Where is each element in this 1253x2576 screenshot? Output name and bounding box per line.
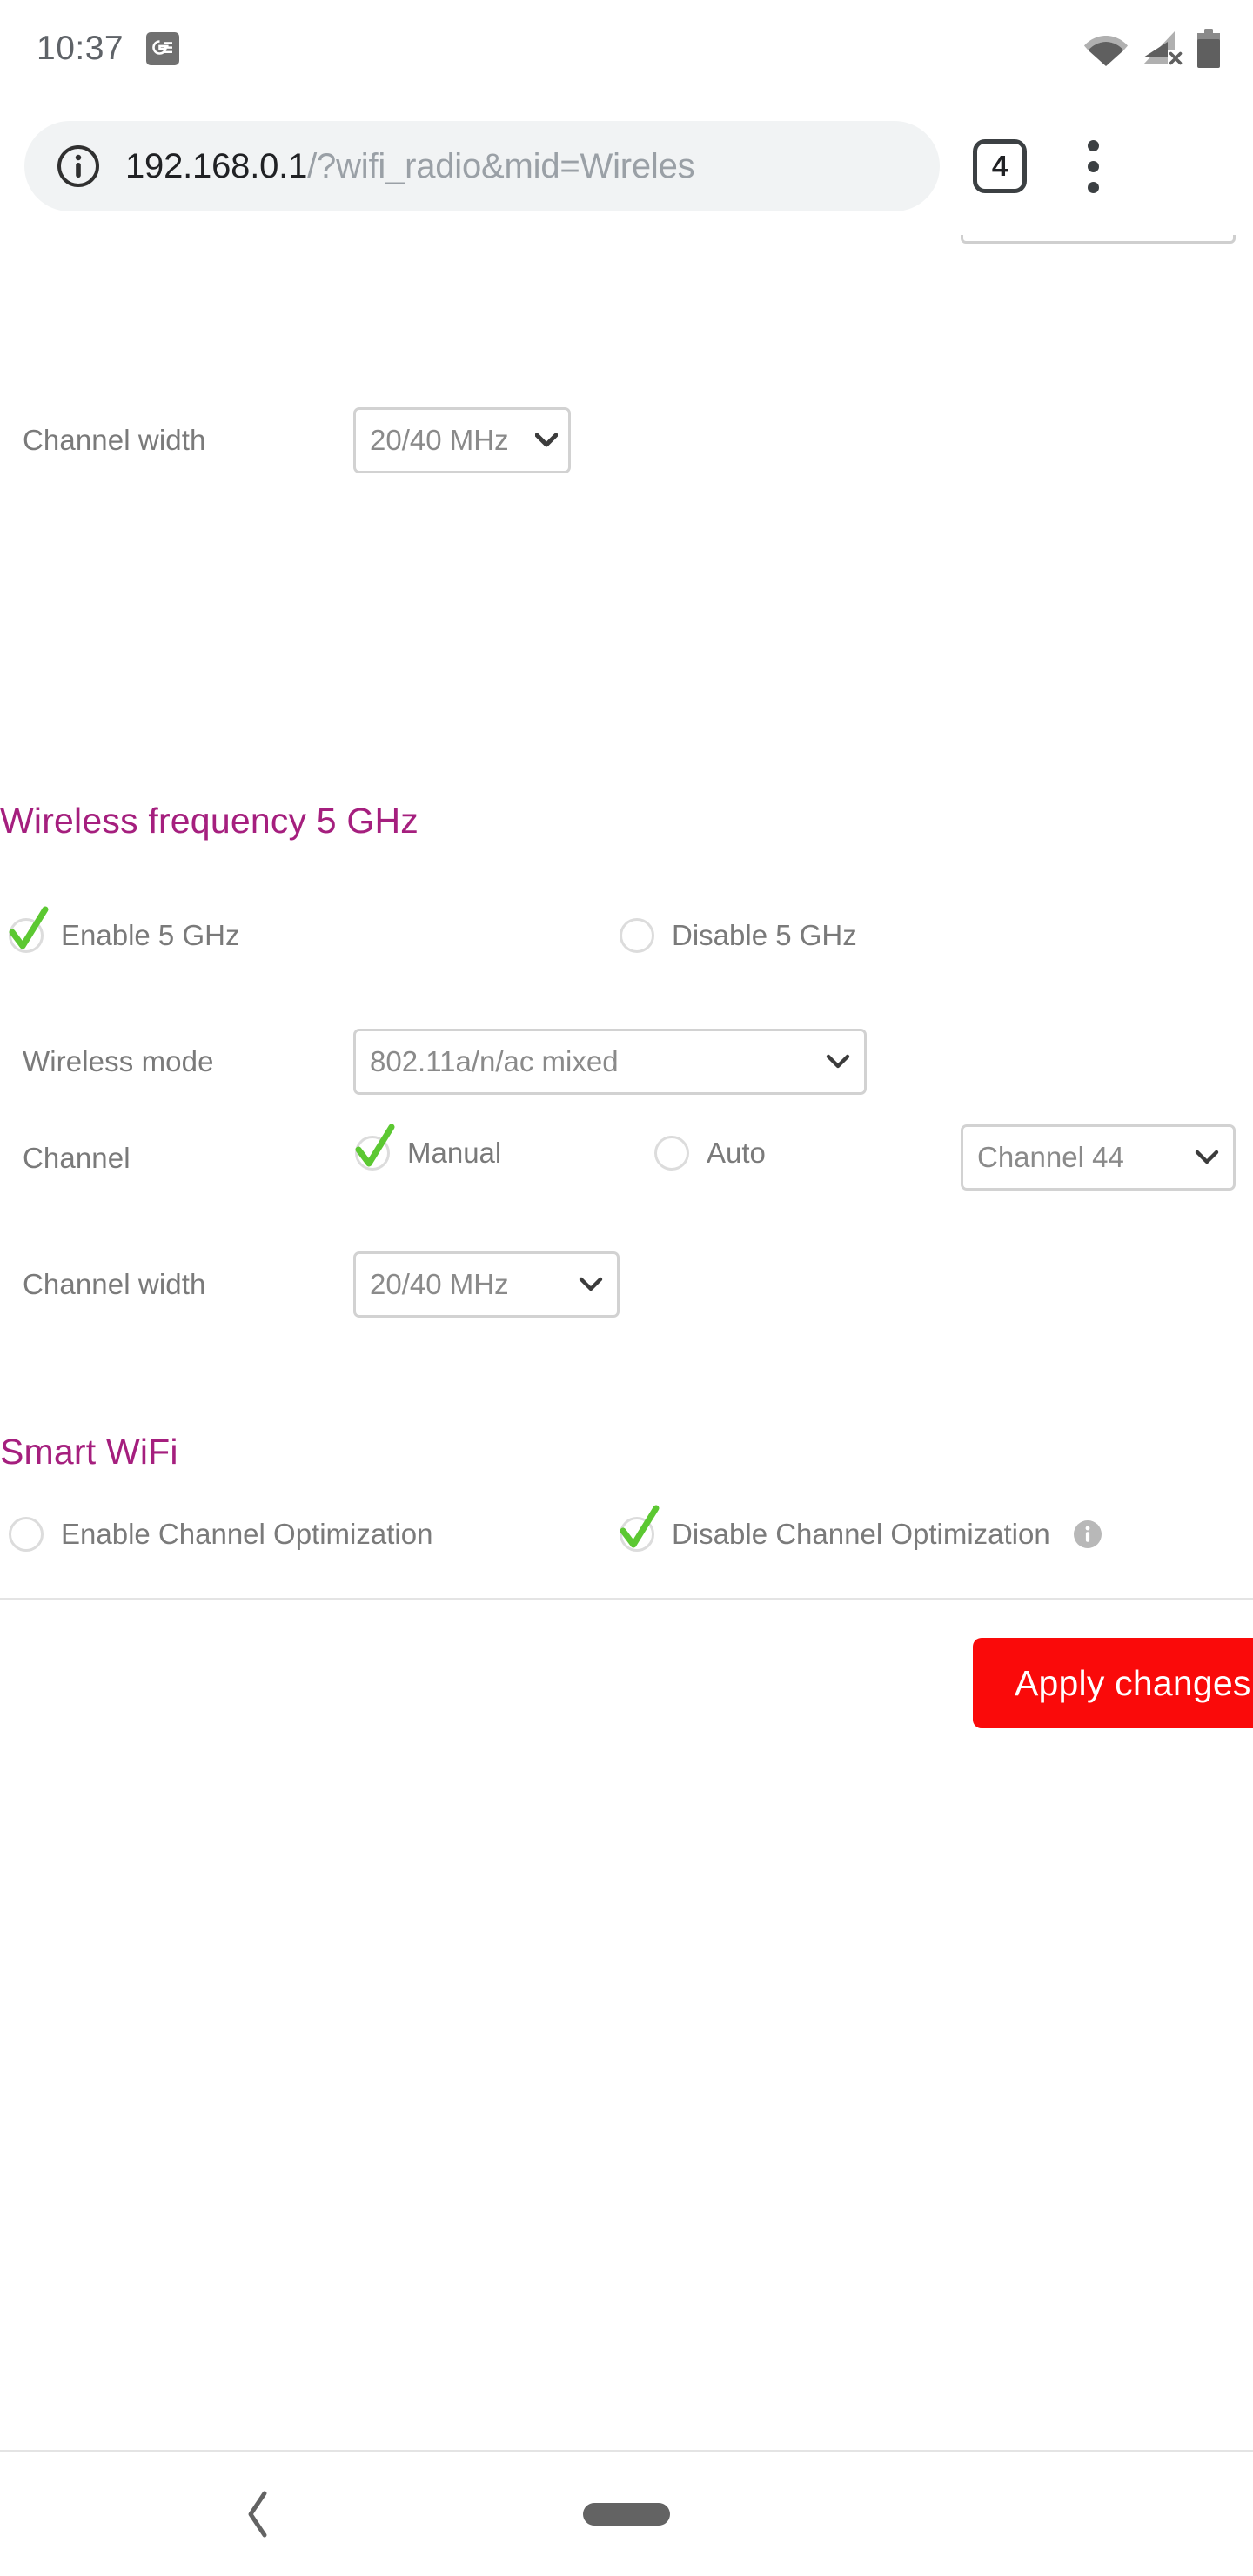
radio-circle-manual[interactable] bbox=[355, 1124, 395, 1171]
radio-disable-5ghz[interactable]: Disable 5 GHz bbox=[620, 918, 857, 953]
radio-circle-outline bbox=[620, 918, 654, 953]
wireless-mode-label: Wireless mode bbox=[23, 1045, 214, 1077]
cellular-no-sim-icon bbox=[1142, 30, 1183, 68]
channel-value: Channel 44 bbox=[977, 1141, 1124, 1173]
omnibox-url-host: 192.168.0.1 bbox=[125, 146, 308, 185]
chevron-down-icon bbox=[568, 1277, 603, 1292]
radio-enable-channel-optimization[interactable]: Enable Channel Optimization bbox=[9, 1517, 432, 1552]
phone-screen: 10:37 192.168.0.1/?wifi_radio&mid=Wirele… bbox=[0, 0, 1253, 2576]
radio-circle-disable-5ghz[interactable] bbox=[620, 918, 654, 953]
three-dot-menu-icon[interactable] bbox=[1065, 127, 1121, 205]
radio-enable-5ghz[interactable]: Enable 5 GHz bbox=[9, 906, 240, 953]
status-bar-left: 10:37 bbox=[0, 30, 180, 68]
channel-width-label-24ghz: Channel width bbox=[23, 424, 206, 456]
content-divider bbox=[0, 1598, 1253, 1600]
system-navigation-bar bbox=[0, 2452, 1253, 2576]
channel-width-label-5ghz: Channel width bbox=[23, 1268, 206, 1300]
channel-width-select-5ghz[interactable]: 20/40 MHz bbox=[353, 1251, 620, 1318]
omnibox-url-text: 192.168.0.1/?wifi_radio&mid=Wireles bbox=[125, 147, 694, 186]
radio-circle-enable-5ghz[interactable] bbox=[9, 906, 49, 953]
apply-changes-button[interactable]: Apply changes bbox=[973, 1638, 1253, 1728]
channel-width-select-24ghz[interactable]: 20/40 MHz bbox=[353, 407, 571, 473]
radio-channel-auto[interactable]: Auto bbox=[654, 1136, 766, 1171]
green-check-icon bbox=[352, 1124, 397, 1178]
wireless-mode-value: 802.11a/n/ac mixed bbox=[370, 1045, 619, 1077]
status-bar: 10:37 bbox=[0, 0, 1253, 97]
chevron-down-icon bbox=[1184, 1150, 1219, 1165]
back-chevron-icon[interactable] bbox=[244, 2490, 273, 2539]
browser-toolbar: 192.168.0.1/?wifi_radio&mid=Wireles 4 bbox=[0, 97, 1253, 235]
channel-label: Channel bbox=[23, 1142, 131, 1174]
menu-dot-1 bbox=[1087, 139, 1099, 151]
radio-circle-auto[interactable] bbox=[654, 1136, 689, 1171]
battery-icon bbox=[1196, 29, 1222, 69]
chevron-down-icon bbox=[532, 433, 558, 448]
cutoff-select-above[interactable] bbox=[961, 235, 1236, 244]
chevron-down-icon bbox=[815, 1054, 850, 1070]
menu-dot-3 bbox=[1087, 181, 1099, 193]
section-heading-smart-wifi: Smart WiFi bbox=[0, 1432, 178, 1472]
radio-label-enable-5ghz: Enable 5 GHz bbox=[61, 919, 240, 951]
channel-width-row-24ghz: Channel width 20/40 MHz bbox=[23, 407, 1241, 473]
radio-label-disable-optimization: Disable Channel Optimization bbox=[672, 1518, 1050, 1550]
section-heading-5ghz: Wireless frequency 5 GHz bbox=[0, 801, 419, 841]
channel-width-row-5ghz: Channel width 20/40 MHz bbox=[23, 1251, 1241, 1318]
google-news-icon bbox=[146, 32, 180, 65]
info-icon[interactable] bbox=[1073, 1519, 1102, 1549]
omnibox[interactable]: 192.168.0.1/?wifi_radio&mid=Wireles bbox=[24, 121, 940, 211]
radio-label-enable-optimization: Enable Channel Optimization bbox=[61, 1518, 433, 1550]
radio-circle-outline bbox=[9, 1517, 44, 1552]
info-circle-icon[interactable] bbox=[56, 144, 101, 189]
radio-label-manual: Manual bbox=[407, 1137, 502, 1169]
web-page-content: Channel width 20/40 MHz Wireless frequen… bbox=[0, 235, 1253, 2450]
radio-channel-manual[interactable]: Manual bbox=[355, 1124, 502, 1171]
wifi-icon bbox=[1082, 30, 1129, 67]
channel-width-value-24ghz: 20/40 MHz bbox=[370, 424, 509, 456]
home-pill-icon[interactable] bbox=[583, 2503, 670, 2526]
radio-label-auto: Auto bbox=[707, 1137, 766, 1169]
tab-counter-label: 4 bbox=[991, 150, 1008, 182]
green-check-icon bbox=[5, 906, 50, 961]
menu-dot-2 bbox=[1087, 160, 1099, 172]
green-check-icon bbox=[616, 1505, 661, 1560]
omnibox-url-path: /?wifi_radio&mid=Wireles bbox=[307, 146, 695, 185]
radio-circle-enable-optimization[interactable] bbox=[9, 1517, 44, 1552]
channel-width-value-5ghz: 20/40 MHz bbox=[370, 1268, 509, 1300]
channel-select[interactable]: Channel 44 bbox=[961, 1124, 1236, 1191]
wireless-mode-select[interactable]: 802.11a/n/ac mixed bbox=[353, 1029, 867, 1095]
radio-disable-channel-optimization[interactable]: Disable Channel Optimization bbox=[620, 1505, 1102, 1552]
radio-circle-disable-optimization[interactable] bbox=[620, 1505, 660, 1552]
status-bar-clock: 10:37 bbox=[37, 30, 124, 67]
radio-label-disable-5ghz: Disable 5 GHz bbox=[672, 919, 857, 951]
tab-counter-button[interactable]: 4 bbox=[973, 139, 1027, 193]
status-bar-right bbox=[1082, 29, 1253, 69]
wireless-mode-row: Wireless mode 802.11a/n/ac mixed bbox=[23, 1029, 1241, 1095]
radio-circle-outline bbox=[654, 1136, 689, 1171]
